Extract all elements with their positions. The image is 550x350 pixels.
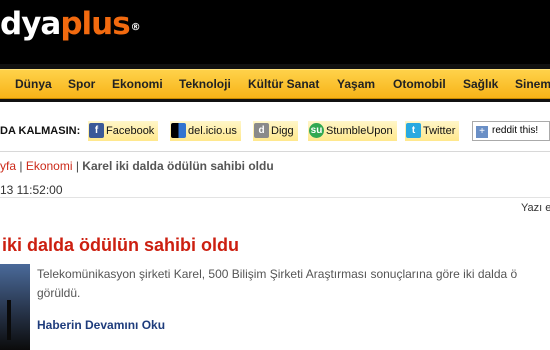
nav-bar: Dünya Spor Ekonomi Teknoloji Kültür Sana… — [0, 69, 550, 99]
nav-item-otomobil[interactable]: Otomobil — [393, 70, 446, 98]
breadcrumb-section-link[interactable]: Ekonomi — [26, 159, 73, 173]
twitter-icon: t — [406, 123, 421, 138]
site-logo[interactable]: dyaplus® — [0, 4, 141, 44]
stumbleupon-icon: su — [309, 123, 324, 138]
share-lead-label: DA KALMASIN: — [0, 125, 81, 137]
reddit-plus-icon: + — [476, 126, 488, 138]
share-twitter-link[interactable]: t Twitter — [405, 121, 460, 141]
divider — [0, 197, 550, 198]
article-thumbnail[interactable] — [0, 264, 30, 350]
breadcrumb: yfa | Ekonomi | Karel iki dalda ödülün s… — [0, 159, 274, 173]
nav-item-kultur-sanat[interactable]: Kültür Sanat — [248, 70, 319, 98]
divider — [0, 151, 550, 152]
share-digg-link[interactable]: d Digg — [253, 121, 298, 141]
nav-item-spor[interactable]: Spor — [68, 70, 95, 98]
reddit-this-button[interactable]: + reddit this! — [472, 121, 550, 141]
nav-item-ekonomi[interactable]: Ekonomi — [112, 70, 163, 98]
share-bar: DA KALMASIN: f Facebook del.icio.us d Di… — [0, 119, 550, 143]
nav-item-yasam[interactable]: Yaşam — [337, 70, 375, 98]
article-headline: iki dalda ödülün sahibi oldu — [2, 235, 240, 255]
share-facebook-link[interactable]: f Facebook — [88, 121, 159, 141]
breadcrumb-current: Karel iki dalda ödülün sahibi oldu — [82, 159, 274, 173]
main-nav: Dünya Spor Ekonomi Teknoloji Kültür Sana… — [0, 64, 550, 102]
breadcrumb-home-link[interactable]: yfa — [0, 159, 16, 173]
digg-icon: d — [254, 123, 269, 138]
read-more-link[interactable]: Haberin Devamını Oku — [37, 318, 165, 332]
nav-item-saglik[interactable]: Sağlık — [463, 70, 498, 98]
share-delicious-link[interactable]: del.icio.us — [170, 121, 241, 141]
delicious-icon — [171, 123, 186, 138]
site-header: dyaplus® — [0, 0, 550, 64]
facebook-icon: f — [89, 123, 104, 138]
share-stumbleupon-link[interactable]: su StumbleUpon — [308, 121, 397, 141]
article-datetime: 13 11:52:00 — [0, 183, 63, 197]
thumbnail-detail — [7, 300, 11, 340]
nav-item-sinema[interactable]: Sinem — [515, 70, 550, 98]
nav-item-teknoloji[interactable]: Teknoloji — [179, 70, 231, 98]
article-summary: Telekomünikasyon şirketi Karel, 500 Bili… — [37, 267, 518, 300]
author-label: Yazı e — [521, 202, 550, 214]
nav-item-dunya[interactable]: Dünya — [15, 70, 52, 98]
